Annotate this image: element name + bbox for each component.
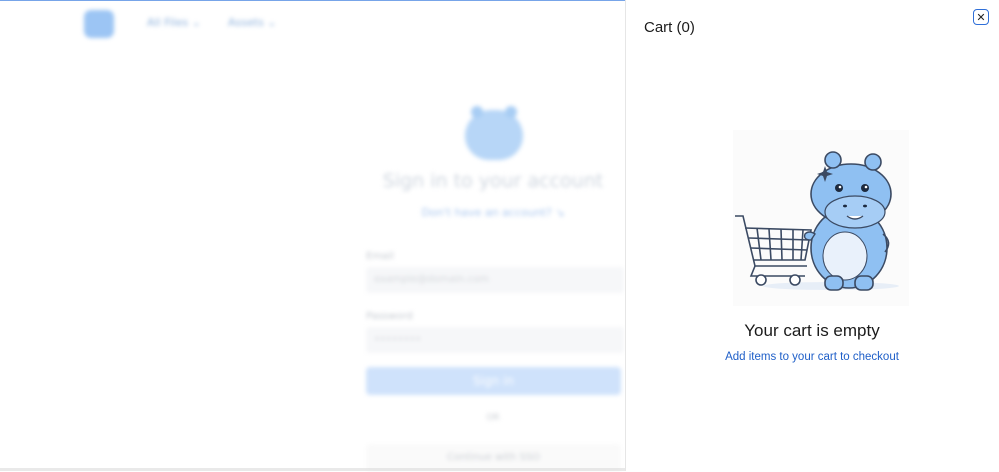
nav-assets[interactable]: Assets ⌄ — [228, 16, 277, 29]
app-logo — [84, 10, 114, 38]
signup-link[interactable]: Don't have an account? ↘ — [362, 206, 624, 219]
or-divider: OR — [486, 413, 500, 423]
hippo-logo — [465, 106, 523, 160]
nav-all-files[interactable]: All Files ⌄ — [147, 16, 201, 29]
signin-button[interactable]: Sign in — [366, 367, 621, 395]
empty-cart-title: Your cart is empty — [744, 321, 880, 340]
password-label: Password — [366, 311, 413, 322]
empty-cart-link[interactable]: Add items to your cart to checkout — [625, 351, 999, 363]
signin-title: Sign in to your account — [382, 170, 604, 192]
password-placeholder: •••••••• — [374, 334, 422, 345]
cart-title: Cart (0) — [644, 19, 695, 36]
close-button[interactable]: ✕ — [973, 9, 989, 25]
email-placeholder: example@domain.com — [374, 274, 490, 285]
email-label: Email — [366, 251, 394, 262]
close-icon: ✕ — [976, 10, 986, 24]
hippo-cart-illustration — [733, 130, 909, 306]
